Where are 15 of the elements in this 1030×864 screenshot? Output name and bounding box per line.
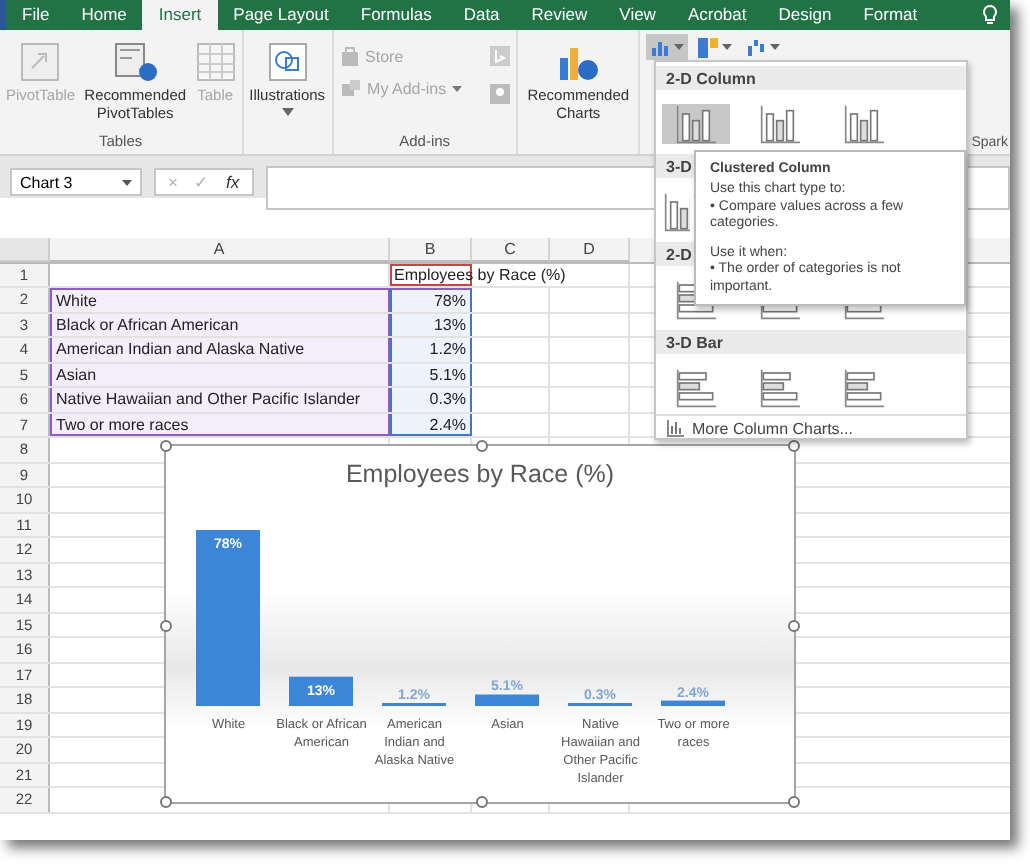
section-header: 3-D Bar [656, 330, 966, 354]
table-cell: 78% [390, 288, 472, 311]
table-cell: 0.3% [390, 388, 472, 411]
table-cell: White [50, 288, 390, 311]
table-cell: 1.2% [390, 338, 472, 361]
table-cell: 2.4% [390, 413, 472, 436]
table-cell: Native Hawaiian and Other Pacific Islander [50, 388, 390, 411]
section-header: 2-D Column [656, 66, 966, 90]
table-cell: 13% [390, 313, 472, 336]
table-cell: American Indian and Alaska Native [50, 338, 390, 361]
table-cell: Asian [50, 363, 390, 386]
table-cell: Two or more races [50, 413, 390, 436]
table-cell: Black or African American [50, 313, 390, 336]
table-cell: 5.1% [390, 363, 472, 386]
chart-title: Employees by Race (%) [345, 458, 615, 492]
